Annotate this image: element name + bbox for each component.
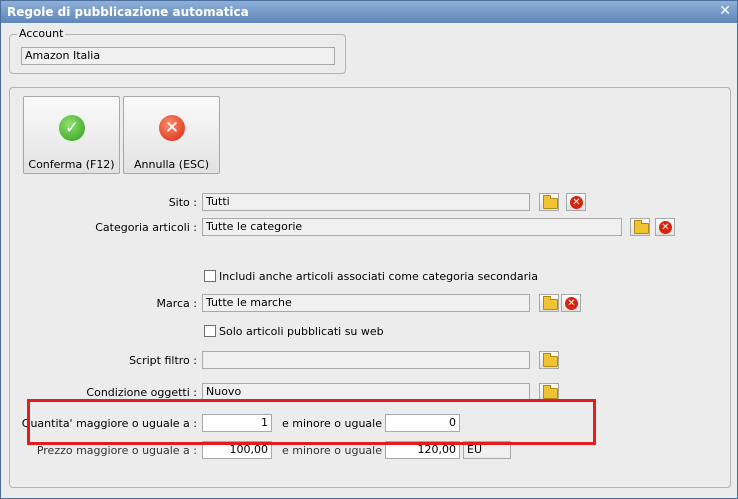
solo-web-label: Solo articoli pubblicati su web (219, 325, 384, 338)
solo-web-checkbox[interactable] (204, 325, 216, 337)
close-icon[interactable]: ✕ (719, 3, 731, 19)
prezzo-min-input[interactable]: 100,00 (202, 441, 272, 459)
account-group: Account Amazon Italia (9, 27, 346, 74)
folder-icon (543, 385, 558, 399)
clear-icon: ✕ (659, 221, 672, 234)
account-legend: Account (17, 27, 66, 40)
title-bar: Regole di pubblicazione automatica ✕ (1, 1, 737, 23)
folder-icon (543, 296, 558, 310)
clear-icon: ✕ (565, 297, 578, 310)
categoria-browse-button[interactable] (630, 218, 650, 236)
quantita-label: Quantita' maggiore o uguale a : (21, 417, 197, 430)
folder-icon (543, 195, 558, 209)
quantita-between-label: e minore o uguale a (282, 417, 393, 430)
sito-field[interactable]: Tutti (202, 193, 530, 211)
confirm-button[interactable]: ✓ Conferma (F12) (23, 96, 120, 174)
sito-label: Sito : (168, 196, 197, 209)
confirm-label: Conferma (F12) (28, 158, 115, 171)
folder-icon (543, 353, 558, 367)
cancel-label: Annulla (ESC) (134, 158, 209, 171)
categoria-field[interactable]: Tutte le categorie (202, 218, 622, 236)
window-title: Regole di pubblicazione automatica (7, 5, 249, 19)
quantita-min-input[interactable]: 1 (202, 414, 272, 432)
categoria-label: Categoria articoli : (95, 221, 197, 234)
marca-browse-button[interactable] (539, 294, 559, 312)
marca-clear-button[interactable]: ✕ (561, 294, 581, 312)
sito-clear-button[interactable]: ✕ (566, 193, 586, 211)
condizione-label: Condizione oggetti : (86, 386, 197, 399)
sito-browse-button[interactable] (539, 193, 559, 211)
prezzo-label: Prezzo maggiore o uguale a : (36, 444, 197, 457)
folder-icon (634, 220, 649, 234)
currency-field: EU (463, 441, 511, 459)
condizione-field[interactable]: Nuovo (202, 383, 530, 401)
prezzo-max-input[interactable]: 120,00 (385, 441, 460, 459)
marca-label: Marca : (156, 297, 197, 310)
prezzo-between-label: e minore o uguale a (282, 444, 393, 457)
script-filtro-field[interactable] (202, 351, 530, 369)
check-icon: ✓ (59, 115, 85, 141)
includi-checkbox[interactable] (204, 270, 216, 282)
includi-label: Includi anche articoli associati come ca… (219, 270, 538, 283)
condizione-browse-button[interactable] (539, 383, 559, 401)
account-field: Amazon Italia (21, 47, 335, 65)
quantita-max-input[interactable]: 0 (385, 414, 460, 432)
categoria-clear-button[interactable]: ✕ (655, 218, 675, 236)
x-icon: ✕ (159, 115, 185, 141)
script-filtro-label: Script filtro : (129, 354, 197, 367)
clear-icon: ✕ (570, 196, 583, 209)
script-filtro-browse-button[interactable] (539, 351, 559, 369)
dialog-window: Regole di pubblicazione automatica ✕ Acc… (0, 0, 738, 499)
marca-field[interactable]: Tutte le marche (202, 294, 530, 312)
cancel-button[interactable]: ✕ Annulla (ESC) (123, 96, 220, 174)
